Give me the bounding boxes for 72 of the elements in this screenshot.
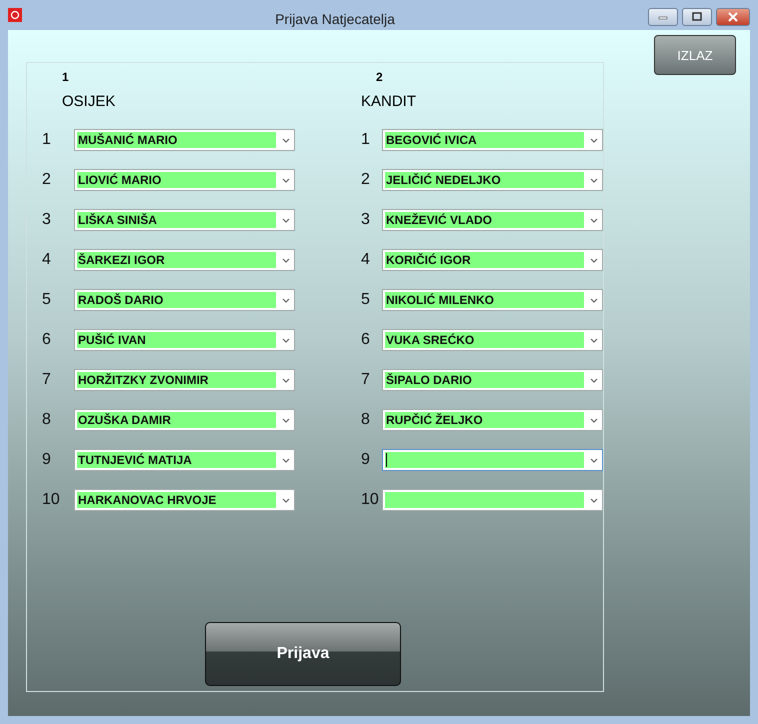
player-dropdown[interactable]: ŠIPALO DARIO [382, 369, 603, 391]
player-dropdown[interactable]: VUKA SREĆKO [382, 329, 603, 351]
row-number: 5 [42, 291, 52, 309]
row-number: 4 [42, 251, 52, 269]
row-number: 10 [42, 491, 61, 509]
row-number: 1 [361, 131, 371, 149]
chevron-icon [282, 218, 290, 222]
team-heading: KANDIT [361, 93, 418, 111]
submit-button[interactable]: Prijava [205, 622, 401, 686]
player-dropdown[interactable]: LIŠKA SINIŠA [74, 209, 295, 231]
player-dropdown[interactable]: NIKOLIĆ MILENKO [382, 289, 603, 311]
row-number: 7 [42, 371, 52, 389]
chevron-icon [282, 418, 290, 422]
chevron-icon [282, 458, 290, 462]
chevron-icon [590, 498, 598, 502]
app-icon [8, 8, 22, 22]
chevron-icon [590, 458, 598, 462]
close-icon [727, 12, 739, 22]
row-number: 7 [361, 371, 371, 389]
chevron-icon [282, 338, 290, 342]
column-number: 1 [62, 70, 70, 84]
player-dropdown[interactable]: BEGOVIĆ IVICA [382, 129, 603, 151]
row-number: 8 [361, 411, 371, 429]
minimize-icon [658, 14, 668, 20]
player-dropdown[interactable]: OZUŠKA DAMIR [74, 409, 295, 431]
row-number: 6 [361, 331, 371, 349]
player-dropdown[interactable]: MUŠANIĆ MARIO [74, 129, 295, 151]
player-dropdown[interactable]: RUPČIĆ ŽELJKO [382, 409, 603, 431]
player-dropdown[interactable] [382, 449, 603, 471]
close-button[interactable] [716, 8, 750, 26]
chevron-icon [282, 298, 290, 302]
chevron-icon [590, 418, 598, 422]
row-number: 3 [361, 211, 371, 229]
chevron-icon [282, 258, 290, 262]
row-number: 9 [42, 451, 52, 469]
player-dropdown[interactable]: PUŠIĆ IVAN [74, 329, 295, 351]
player-dropdown[interactable]: HORŽITZKY ZVONIMIR [74, 369, 295, 391]
player-dropdown[interactable]: LIOVIĆ MARIO [74, 169, 295, 191]
player-dropdown[interactable]: HARKANOVAC HRVOJE [74, 489, 295, 511]
chevron-icon [282, 178, 290, 182]
maximize-icon [691, 12, 703, 22]
column-number: 2 [376, 70, 384, 84]
chevron-icon [282, 138, 290, 142]
chevron-icon [590, 258, 598, 262]
row-number: 6 [42, 331, 52, 349]
chevron-icon [590, 218, 598, 222]
row-number: 2 [42, 171, 52, 189]
chevron-icon [282, 378, 290, 382]
chevron-icon [590, 338, 598, 342]
row-number: 1 [42, 131, 52, 149]
player-dropdown[interactable]: KORIČIĆ IGOR [382, 249, 603, 271]
row-number: 9 [361, 451, 371, 469]
player-dropdown[interactable] [382, 489, 603, 511]
row-number: 8 [42, 411, 52, 429]
row-number: 3 [42, 211, 52, 229]
player-dropdown[interactable]: TUTNJEVIĆ MATIJA [74, 449, 295, 471]
row-number: 10 [361, 491, 380, 509]
window-title: Prijava Natjecatelja [274, 11, 396, 27]
row-number: 2 [361, 171, 371, 189]
player-dropdown[interactable]: ŠARKEZI IGOR [74, 249, 295, 271]
player-dropdown[interactable]: KNEŽEVIĆ VLADO [382, 209, 603, 231]
maximize-button[interactable] [682, 8, 712, 26]
player-dropdown[interactable]: RADOŠ DARIO [74, 289, 295, 311]
chevron-icon [282, 498, 290, 502]
player-dropdown[interactable]: JELIČIĆ NEDELJKO [382, 169, 603, 191]
chevron-icon [590, 298, 598, 302]
chevron-icon [590, 378, 598, 382]
row-number: 4 [361, 251, 371, 269]
chevron-icon [590, 178, 598, 182]
row-number: 5 [361, 291, 371, 309]
team-heading: OSIJEK [62, 93, 116, 111]
chevron-icon [590, 138, 598, 142]
